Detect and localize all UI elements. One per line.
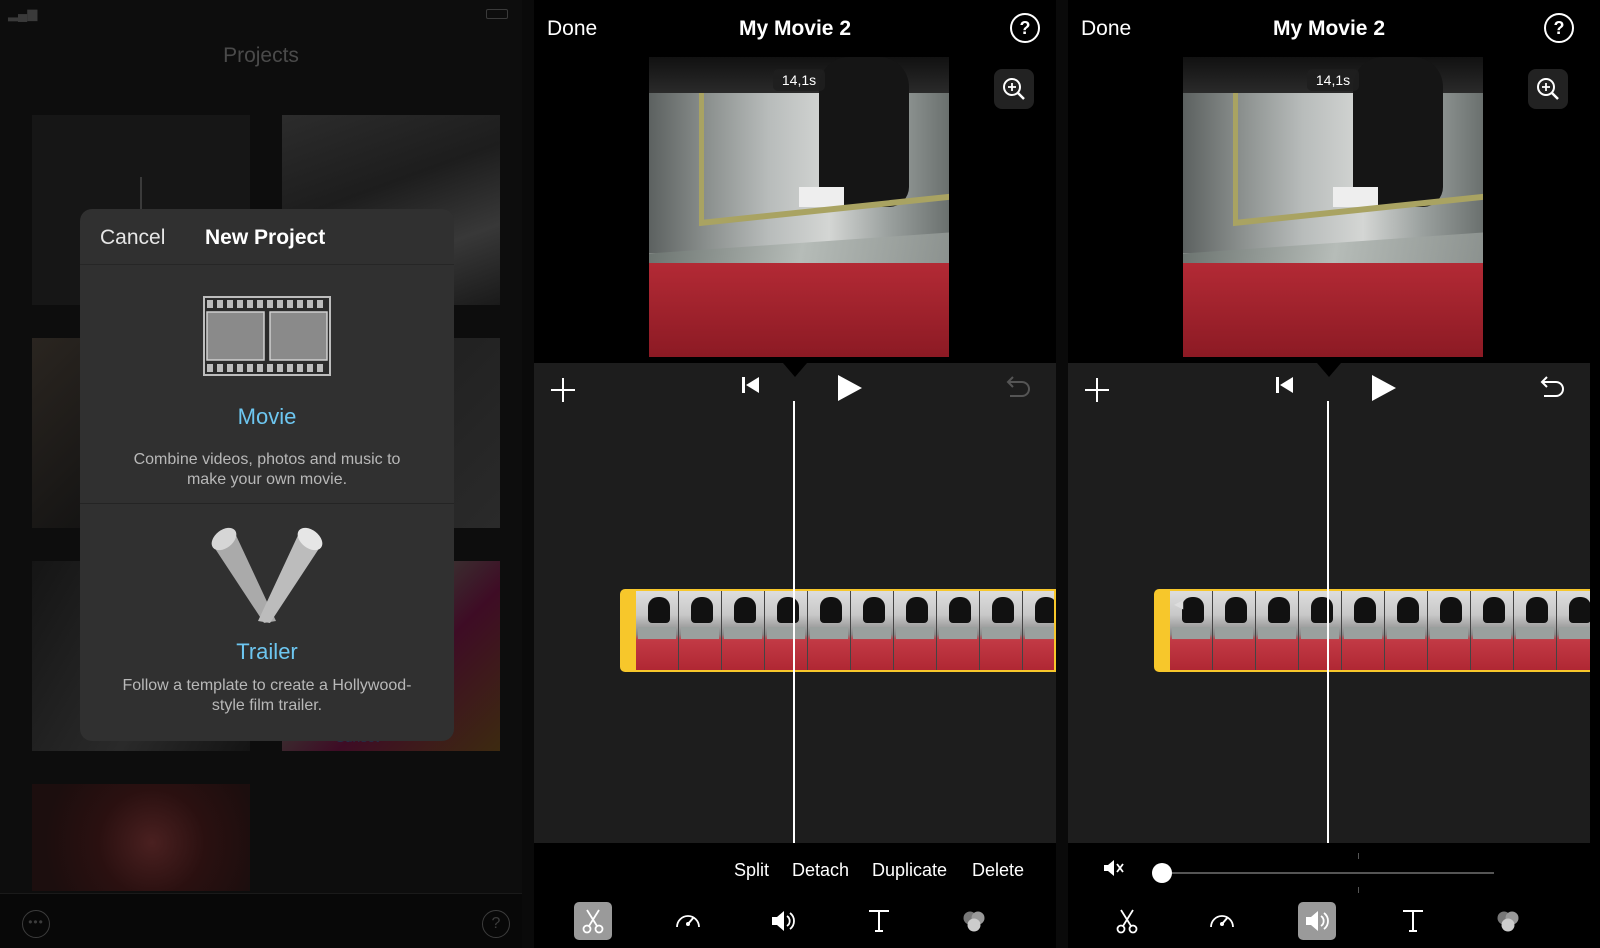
- editor-screen-actions: Done My Movie 2 ? 14,1s Split Detach Dup…: [534, 0, 1056, 948]
- editing-toolbar: [534, 893, 1056, 948]
- film-strip-icon: [203, 296, 331, 376]
- clip-duration-label: 14,1s: [1307, 69, 1359, 91]
- trailer-option-description: Follow a template to create a Hollywood-…: [122, 677, 412, 714]
- text-icon[interactable]: [1394, 902, 1432, 940]
- editor-screen-volume: Done My Movie 2 ? 14,1s ◀: [1068, 0, 1590, 948]
- video-clip[interactable]: ◀: [1154, 589, 1590, 672]
- dialog-header: Cancel New Project: [80, 209, 454, 265]
- zoom-in-icon[interactable]: [1528, 69, 1568, 109]
- text-icon[interactable]: [860, 902, 898, 940]
- dialog-title: New Project: [205, 226, 326, 249]
- duplicate-button[interactable]: Duplicate: [872, 860, 947, 881]
- timeline[interactable]: [534, 363, 1056, 843]
- cancel-button[interactable]: Cancel: [100, 226, 165, 250]
- project-title: My Movie 2: [1272, 17, 1386, 40]
- filters-icon[interactable]: [1489, 902, 1527, 940]
- help-icon[interactable]: ?: [1010, 13, 1040, 43]
- skip-to-start-icon[interactable]: [739, 373, 763, 397]
- help-icon[interactable]: ?: [482, 910, 510, 938]
- play-icon[interactable]: [1368, 373, 1398, 403]
- clip-frame: [1428, 591, 1471, 670]
- video-preview: 14,1s: [1183, 57, 1483, 357]
- clip-frame: [894, 591, 937, 670]
- video-clip[interactable]: [620, 589, 1056, 672]
- skip-to-start-icon[interactable]: [1273, 373, 1297, 397]
- project-thumbnail[interactable]: [32, 784, 250, 891]
- trailer-option-title: Trailer: [236, 639, 298, 664]
- spotlights-icon: [211, 527, 323, 623]
- scissors-icon[interactable]: [1108, 902, 1146, 940]
- clip-frame: [1342, 591, 1385, 670]
- volume-slider-area: [1068, 843, 1590, 893]
- projects-screen: ▂▄▆ Projects Sunset ••• ? Cancel New Pro…: [0, 0, 522, 948]
- clip-actions-bar: Split Detach Duplicate Delete: [534, 843, 1056, 893]
- clip-frame: [980, 591, 1023, 670]
- clip-frame: [679, 591, 722, 670]
- add-media-icon[interactable]: [548, 375, 578, 405]
- new-project-dialog: Cancel New Project Movie Combine videos,…: [80, 209, 454, 741]
- clip-frame: [722, 591, 765, 670]
- status-bar: ▂▄▆: [0, 0, 522, 28]
- video-preview: 14,1s: [649, 57, 949, 357]
- playhead[interactable]: [793, 401, 795, 843]
- play-icon[interactable]: [834, 373, 864, 403]
- undo-icon[interactable]: [1000, 373, 1032, 403]
- detach-button[interactable]: Detach: [792, 860, 849, 881]
- clip-duration-label: 14,1s: [773, 69, 825, 91]
- more-options-icon[interactable]: •••: [22, 910, 50, 938]
- project-title: My Movie 2: [738, 17, 852, 40]
- clip-frame: [1213, 591, 1256, 670]
- clip-frame: [1299, 591, 1342, 670]
- panel-divider: [1056, 0, 1068, 948]
- clip-frame: [1557, 591, 1590, 670]
- volume-icon[interactable]: [764, 902, 802, 940]
- clip-frame: [1256, 591, 1299, 670]
- clip-frame: [851, 591, 894, 670]
- mute-icon[interactable]: [1102, 858, 1124, 878]
- add-media-icon[interactable]: [1082, 375, 1112, 405]
- clip-frames: [636, 591, 1054, 670]
- trailer-option[interactable]: Trailer Follow a template to create a Ho…: [80, 505, 454, 741]
- volume-slider[interactable]: [1154, 872, 1494, 874]
- split-button[interactable]: Split: [734, 860, 769, 881]
- volume-bar: [1068, 843, 1590, 893]
- scissors-icon[interactable]: [574, 902, 612, 940]
- speed-icon[interactable]: [1203, 902, 1241, 940]
- delete-button[interactable]: Delete: [972, 860, 1024, 881]
- clip-frame: [1023, 591, 1054, 670]
- playhead-marker: [783, 363, 807, 377]
- signal-icon: ▂▄▆: [8, 6, 38, 21]
- movie-option-title: Movie: [237, 404, 297, 429]
- clip-frame: [1385, 591, 1428, 670]
- volume-icon[interactable]: [1298, 902, 1336, 940]
- undo-icon[interactable]: [1534, 373, 1566, 403]
- movie-option[interactable]: Movie Combine videos, photos and music t…: [80, 266, 454, 504]
- volume-slider-knob[interactable]: [1152, 863, 1172, 883]
- projects-bottom-bar: ••• ?: [0, 893, 522, 948]
- help-icon[interactable]: ?: [1544, 13, 1574, 43]
- filters-icon[interactable]: [955, 902, 993, 940]
- playhead[interactable]: [1327, 401, 1329, 843]
- clip-frames: [1170, 591, 1590, 670]
- panel-divider: [522, 0, 534, 948]
- battery-icon: [486, 9, 508, 19]
- zoom-in-icon[interactable]: [994, 69, 1034, 109]
- clip-frame: [1471, 591, 1514, 670]
- timeline[interactable]: ◀: [1068, 363, 1590, 843]
- muted-clip-icon: ◀: [1174, 597, 1184, 611]
- playhead-marker: [1317, 363, 1341, 377]
- speed-icon[interactable]: [669, 902, 707, 940]
- volume-tick: [1358, 853, 1359, 859]
- clip-frame: [636, 591, 679, 670]
- clip-frame: [765, 591, 808, 670]
- clip-frame: [1514, 591, 1557, 670]
- editing-toolbar: [1068, 893, 1590, 948]
- projects-title: Projects: [223, 44, 299, 67]
- movie-option-description: Combine videos, photos and music to make…: [133, 451, 401, 488]
- clip-frame: [808, 591, 851, 670]
- clip-frame: [937, 591, 980, 670]
